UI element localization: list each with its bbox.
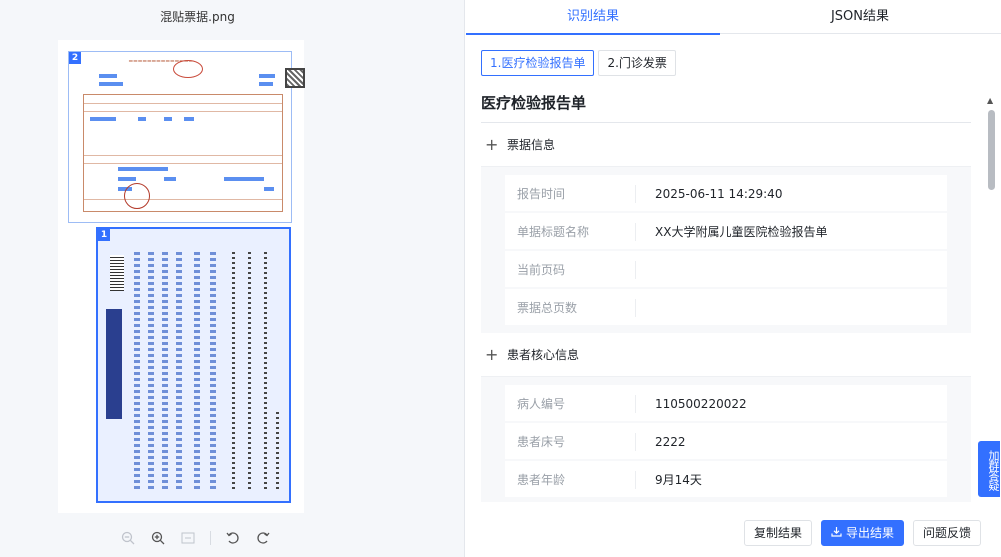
scroll-up-icon[interactable]: ▲: [987, 96, 993, 105]
document-title: 医疗检验报告单: [481, 94, 587, 112]
document-region-lab-report[interactable]: 1: [96, 227, 291, 503]
subtab-lab-report[interactable]: 1.医疗检验报告单: [481, 50, 595, 76]
report-column-graphic: [276, 409, 279, 489]
field-label: 患者年龄: [517, 473, 566, 487]
report-title-graphic: [106, 309, 122, 419]
toolbar-divider: [210, 531, 211, 545]
document-index-badge: 1: [98, 229, 110, 241]
field-divider: [635, 223, 636, 241]
section-header-ticket-info[interactable]: + 票据信息: [481, 123, 971, 167]
qr-code-graphic: [285, 68, 305, 88]
report-column-graphic: [232, 249, 235, 489]
field-row: 票据总页数: [505, 289, 947, 327]
report-issue-button[interactable]: 问题反馈: [913, 520, 982, 546]
report-column-graphic: [264, 249, 267, 489]
field-label: 当前页码: [517, 263, 566, 277]
rotate-left-icon[interactable]: [225, 530, 241, 546]
tab-recognition-result[interactable]: 识别结果: [466, 0, 720, 35]
fit-page-icon[interactable]: [180, 530, 196, 546]
zoom-out-icon[interactable]: [120, 530, 136, 546]
app-root: 混贴票据.png 2 ━━━━━━━━━━━━━━ 1 识别结果 JSON结果 …: [0, 0, 1001, 557]
export-result-label: 导出结果: [846, 526, 895, 540]
section-title: 患者核心信息: [507, 348, 580, 362]
join-group-tab[interactable]: 加群答疑: [978, 441, 1000, 497]
export-result-button[interactable]: 导出结果: [821, 520, 905, 546]
field-label: 患者床号: [517, 435, 566, 449]
field-row: 病人编号 110500220022: [505, 385, 947, 423]
preview-toolbar: [120, 527, 271, 549]
section-title: 票据信息: [507, 138, 556, 152]
field-row: 当前页码: [505, 251, 947, 289]
field-row: 患者床号 2222: [505, 423, 947, 461]
report-column-graphic: [162, 249, 168, 489]
field-label: 票据总页数: [517, 301, 578, 315]
field-value: 2025-06-11 14:29:40: [655, 187, 783, 201]
report-column-graphic: [134, 249, 140, 489]
field-label: 报告时间: [517, 187, 566, 201]
report-column-graphic: [248, 249, 251, 489]
download-icon: [831, 526, 842, 540]
field-divider: [635, 261, 636, 279]
field-label: 单据标题名称: [517, 225, 590, 239]
field-row: 报告时间 2025-06-11 14:29:40: [505, 175, 947, 213]
expand-plus-icon: +: [485, 135, 499, 154]
document-type-tabs: 1.医疗检验报告单 2.门诊发票: [481, 50, 676, 76]
field-highlight: [99, 82, 123, 86]
field-divider: [635, 433, 636, 451]
section-header-patient-info[interactable]: + 患者核心信息: [481, 333, 971, 377]
copy-result-label: 复制结果: [754, 526, 803, 540]
field-row: 单据标题名称 XX大学附属儿童医院检验报告单: [505, 213, 947, 251]
report-column-graphic: [210, 249, 216, 489]
invoice-table-graphic: [83, 94, 283, 212]
document-region-invoice[interactable]: 2 ━━━━━━━━━━━━━━: [68, 51, 305, 223]
scrollbar-thumb[interactable]: [988, 110, 995, 190]
document-index-badge: 2: [69, 52, 81, 64]
field-divider: [635, 299, 636, 317]
report-column-graphic: [176, 249, 182, 489]
tab-json-result[interactable]: JSON结果: [720, 0, 1000, 34]
report-column-graphic: [194, 249, 200, 489]
field-highlight: [259, 74, 275, 78]
field-value: 9月14天: [655, 473, 702, 487]
field-divider: [635, 395, 636, 413]
field-divider: [635, 471, 636, 489]
barcode-graphic: [110, 255, 124, 291]
preview-panel: 混贴票据.png 2 ━━━━━━━━━━━━━━ 1: [0, 0, 465, 557]
field-row: 患者年龄 9月14天: [505, 461, 947, 499]
subtab-outpatient-invoice[interactable]: 2.门诊发票: [598, 50, 676, 76]
image-preview[interactable]: 2 ━━━━━━━━━━━━━━ 1: [58, 40, 305, 513]
section-body-ticket-info: 报告时间 2025-06-11 14:29:40 单据标题名称 XX大学附属儿童…: [481, 167, 971, 333]
field-value: 110500220022: [655, 397, 747, 411]
action-bar: 复制结果 导出结果 问题反馈: [744, 520, 982, 546]
section-body-patient-info: 病人编号 110500220022 患者床号 2222 患者年龄 9月14天: [481, 377, 971, 502]
result-content[interactable]: + 票据信息 报告时间 2025-06-11 14:29:40 单据标题名称 X…: [481, 122, 971, 502]
field-label: 病人编号: [517, 397, 566, 411]
field-value: XX大学附属儿童医院检验报告单: [655, 225, 828, 239]
field-highlight: [99, 74, 117, 78]
expand-plus-icon: +: [485, 345, 499, 364]
result-tabs: 识别结果 JSON结果: [466, 0, 1001, 35]
results-panel: 识别结果 JSON结果 1.医疗检验报告单 2.门诊发票 医疗检验报告单 + 票…: [466, 0, 1001, 557]
file-name: 混贴票据.png: [160, 10, 235, 24]
rotate-right-icon[interactable]: [255, 530, 271, 546]
report-issue-label: 问题反馈: [923, 526, 972, 540]
invoice-stamp-graphic: [173, 60, 203, 78]
report-column-graphic: [148, 249, 154, 489]
zoom-in-icon[interactable]: [150, 530, 166, 546]
copy-result-button[interactable]: 复制结果: [744, 520, 813, 546]
field-highlight: [259, 82, 273, 86]
field-value: 2222: [655, 435, 686, 449]
field-divider: [635, 185, 636, 203]
